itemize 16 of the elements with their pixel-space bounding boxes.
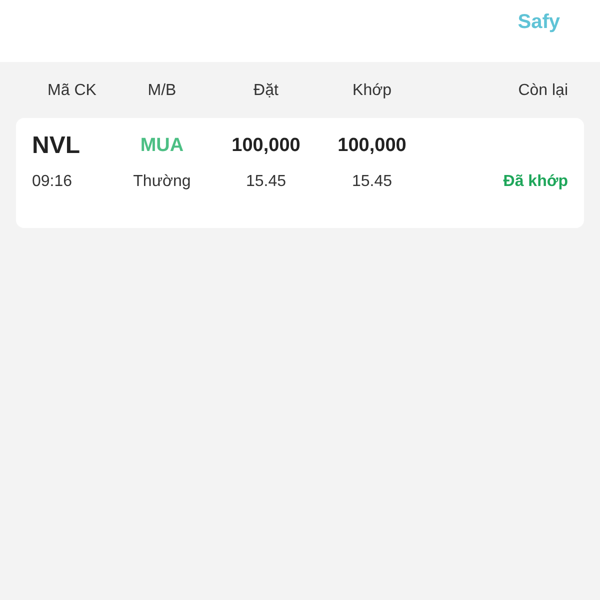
order-type: Thường [132,173,192,191]
matched-quantity: 100,000 [336,135,408,157]
order-card[interactable]: NVL MUA 100,000 100,000 09:16 Thường 15.45 15.45 Đã khớp [16,118,584,228]
order-status: Đã khớp [502,173,568,191]
ordered-price: 15.45 [244,173,288,191]
order-side: MUA [139,135,185,157]
brand-name: Safy [518,11,560,34]
stock-symbol: NVL [32,132,81,160]
column-header: Khớp [352,82,392,100]
ordered-quantity: 100,000 [230,135,302,157]
column-header: Đặt [252,82,280,100]
column-header: Còn lại [517,82,568,100]
matched-price: 15.45 [350,173,394,191]
order-time: 09:16 [32,173,74,191]
column-header: M/B [146,82,178,100]
column-header: Mã CK [46,82,98,100]
